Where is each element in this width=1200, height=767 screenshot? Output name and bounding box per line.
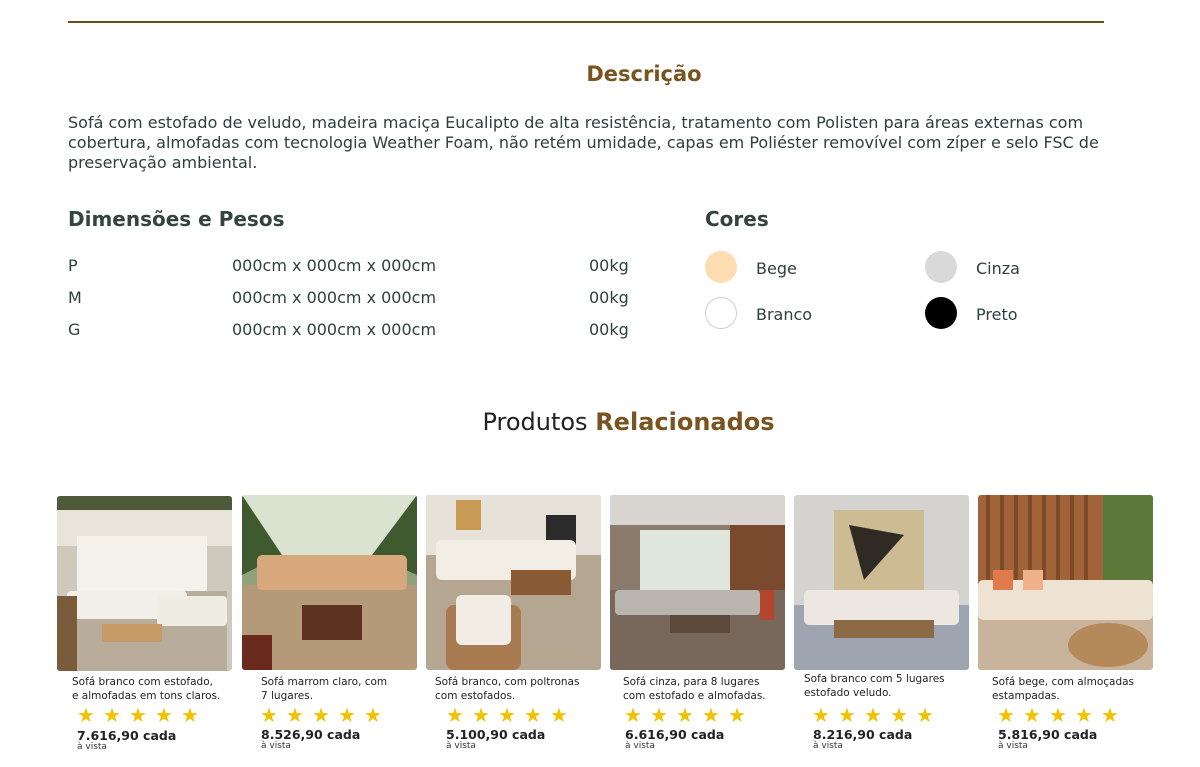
dimension-measure: 000cm x 000cm x 000cm [232,320,437,339]
star-icon: ★ [728,703,746,727]
star-icon: ★ [1023,703,1041,727]
star-icon: ★ [155,703,173,727]
star-icon: ★ [181,703,199,727]
star-icon: ★ [650,703,668,727]
product-image[interactable] [610,495,785,670]
dimensions-title: Dimensões e Pesos [68,207,285,231]
star-icon: ★ [676,703,694,727]
product-name[interactable]: Sofá cinza, para 8 lugares com estofado … [623,675,783,703]
product-name[interactable]: Sofá marrom claro, com 7 lugares. [261,675,421,703]
dimension-size: P [68,256,78,275]
product-price: 8.526,90 cada [261,727,361,742]
color-option-bege[interactable]: Bege [705,251,905,285]
color-name: Cinza [976,259,1020,278]
dimension-measure: 000cm x 000cm x 000cm [232,288,437,307]
product-card[interactable]: Sofá cinza, para 8 lugares com estofado … [610,495,786,751]
color-swatch[interactable] [705,297,737,329]
star-icon: ★ [1049,703,1067,727]
product-image[interactable] [978,495,1153,670]
rating-stars: ★ ★ ★ ★ ★ [77,703,207,727]
star-icon: ★ [260,703,278,727]
dimension-weight: 00kg [589,320,629,339]
star-icon: ★ [129,703,147,727]
star-icon: ★ [997,703,1015,727]
product-image[interactable] [426,495,601,670]
star-icon: ★ [77,703,95,727]
product-card[interactable]: Sofa branco com 5 lugares estofado velud… [794,495,970,751]
star-icon: ★ [812,703,830,727]
product-price: 6.616,90 cada [625,727,725,742]
product-name[interactable]: Sofa branco com 5 lugares estofado velud… [804,672,964,700]
description-text: Sofá com estofado de veludo, madeira mac… [68,113,1099,172]
rating-stars: ★ ★ ★ ★ ★ [260,703,390,727]
rating-stars: ★ ★ ★ ★ ★ [997,703,1127,727]
price-note: à vista [261,741,291,751]
product-price: 5.100,90 cada [446,727,546,742]
star-icon: ★ [864,703,882,727]
dimension-weight: 00kg [589,288,629,307]
product-name[interactable]: Sofá branco, com poltronas com estofados… [435,675,595,703]
star-icon: ★ [498,703,516,727]
star-icon: ★ [103,703,121,727]
product-image[interactable] [794,495,969,670]
color-swatch[interactable] [705,251,737,283]
color-option-cinza[interactable]: Cinza [925,251,1125,285]
product-name[interactable]: Sofá branco com estofado, e almofadas em… [72,675,232,703]
star-icon: ★ [338,703,356,727]
star-icon: ★ [472,703,490,727]
color-name: Branco [756,305,813,324]
star-icon: ★ [550,703,568,727]
product-image[interactable] [57,496,232,671]
dimension-row: G 000cm x 000cm x 000cm 00kg [68,320,638,342]
related-title-accent: Relacionados [595,408,775,436]
dimension-row: M 000cm x 000cm x 000cm 00kg [68,288,638,310]
product-name[interactable]: Sofá bege, com almoçadas estampadas. [992,675,1152,703]
star-icon: ★ [838,703,856,727]
colors-title: Cores [705,207,769,231]
description-title: Descrição [586,62,702,86]
rating-stars: ★ ★ ★ ★ ★ [446,703,576,727]
product-card[interactable]: Sofá bege, com almoçadas estampadas. ★ ★ ★… [978,495,1154,751]
related-products-title: Produtos Relacionados [0,408,1200,436]
color-name: Preto [976,305,1018,324]
rating-stars: ★ ★ ★ ★ ★ [624,703,754,727]
star-icon: ★ [446,703,464,727]
color-swatch[interactable] [925,251,957,283]
product-price: 7.616,90 cada [77,728,177,743]
star-icon: ★ [286,703,304,727]
dimension-size: M [68,288,82,307]
price-note: à vista [446,741,476,751]
color-option-branco[interactable]: Branco [705,297,905,331]
star-icon: ★ [624,703,642,727]
product-price: 5.816,90 cada [998,727,1098,742]
star-icon: ★ [1101,703,1119,727]
price-note: à vista [813,741,843,751]
dimension-row: P 000cm x 000cm x 000cm 00kg [68,256,638,278]
rating-stars: ★ ★ ★ ★ ★ [812,703,942,727]
top-divider [68,21,1104,23]
star-icon: ★ [702,703,720,727]
dimension-size: G [68,320,81,339]
star-icon: ★ [890,703,908,727]
product-card[interactable]: Sofá branco, com poltronas com estofados… [426,495,602,751]
price-note: à vista [625,741,655,751]
related-title-plain: Produtos [482,408,588,436]
star-icon: ★ [364,703,382,727]
dimension-weight: 00kg [589,256,629,275]
dimension-measure: 000cm x 000cm x 000cm [232,256,437,275]
color-swatch[interactable] [925,297,957,329]
star-icon: ★ [1075,703,1093,727]
product-card[interactable]: Sofá marrom claro, com 7 lugares. ★ ★ ★ ★ ★ … [242,495,418,751]
price-note: à vista [77,742,107,752]
product-card[interactable]: Sofá branco com estofado, e almofadas em… [57,496,233,752]
star-icon: ★ [312,703,330,727]
color-option-preto[interactable]: Preto [925,297,1125,331]
star-icon: ★ [916,703,934,727]
product-image[interactable] [242,495,417,670]
color-name: Bege [756,259,797,278]
price-note: à vista [998,741,1028,751]
product-price: 8.216,90 cada [813,727,913,742]
star-icon: ★ [524,703,542,727]
